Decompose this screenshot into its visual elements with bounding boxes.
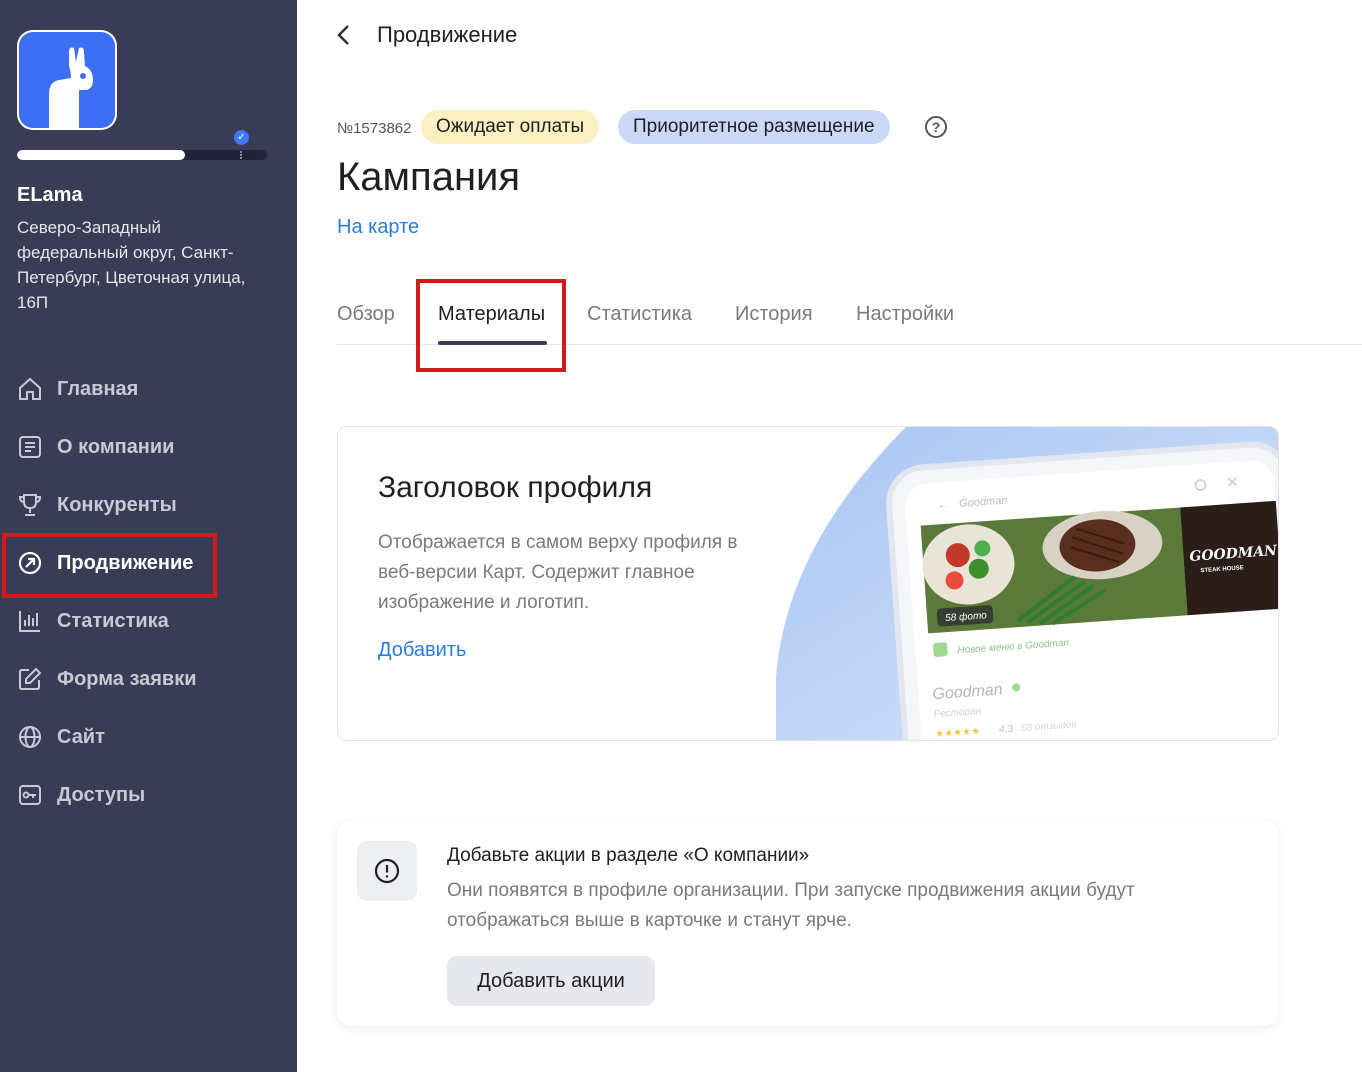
key-icon	[17, 782, 43, 808]
globe-icon	[17, 724, 43, 750]
help-icon[interactable]: ?	[925, 116, 947, 138]
org-address: Северо-Западный федеральный округ, Санкт…	[17, 218, 246, 312]
highlight-box-tab	[416, 279, 566, 372]
verified-icon: ✓	[234, 130, 249, 145]
nav-item-about[interactable]: О компании	[17, 427, 174, 467]
nav-label: Форма заявки	[57, 667, 197, 690]
tab-settings[interactable]: Настройки	[856, 303, 954, 326]
nav-item-statistics[interactable]: Статистика	[17, 601, 169, 641]
bar-chart-icon	[17, 608, 43, 634]
nav-item-competitors[interactable]: Конкуренты	[17, 485, 177, 525]
nav-item-site[interactable]: Сайт	[17, 717, 105, 757]
back-arrow-icon[interactable]	[333, 22, 357, 48]
card-description: Отображается в самом верху профиля в веб…	[378, 532, 738, 613]
nav-label: О компании	[57, 435, 175, 458]
add-promotions-card: Добавьте акции в разделе «О компании» Он…	[337, 821, 1278, 1026]
on-map-link[interactable]: На карте	[337, 216, 419, 239]
alert-icon	[357, 841, 417, 901]
llama-icon	[49, 47, 93, 128]
tab-statistics[interactable]: Статистика	[587, 303, 692, 326]
card-title: Добавьте акции в разделе «О компании»	[447, 845, 810, 866]
nav-item-home[interactable]: Главная	[17, 369, 138, 409]
card-title: Заголовок профиля	[378, 471, 653, 504]
order-number: №1573862	[337, 120, 412, 137]
nav-label: Статистика	[57, 609, 169, 632]
profile-preview-illustration: ← Goodman 58 фото GOODMAN STEAK HOUSE Но…	[776, 427, 1278, 740]
trophy-icon	[17, 492, 43, 518]
profile-header-card: Заголовок профиля Отображается в самом в…	[337, 426, 1279, 741]
page-title: Кампания	[337, 155, 521, 199]
status-badge: Ожидает оплаты	[421, 110, 600, 144]
home-icon	[17, 376, 43, 402]
highlight-box-nav	[2, 533, 217, 598]
org-name: ELama	[17, 184, 83, 206]
tab-overview[interactable]: Обзор	[337, 303, 395, 326]
nav-label: Сайт	[57, 725, 105, 748]
tab-history[interactable]: История	[735, 303, 813, 326]
profile-progress-bar	[17, 150, 267, 160]
card-description: Они появятся в профиле организации. При …	[447, 880, 1135, 931]
preview-rating: 4.3	[999, 724, 1014, 736]
placement-type-badge: Приоритетное размещение	[618, 110, 890, 144]
nav-label: Главная	[57, 377, 139, 400]
document-icon	[17, 434, 43, 460]
edit-form-icon	[17, 666, 43, 692]
app-logo[interactable]	[17, 30, 117, 130]
nav-label: Доступы	[57, 783, 146, 806]
breadcrumb: Продвижение	[377, 22, 518, 47]
nav-item-request-form[interactable]: Форма заявки	[17, 659, 197, 699]
add-profile-header-link[interactable]: Добавить	[378, 639, 466, 662]
nav-label: Конкуренты	[57, 493, 177, 516]
svg-text:←: ←	[937, 499, 949, 512]
progress-marker	[240, 151, 242, 159]
nav-item-access[interactable]: Доступы	[17, 775, 145, 815]
progress-fill	[17, 150, 185, 160]
add-promotions-button[interactable]: Добавить акции	[447, 956, 655, 1006]
